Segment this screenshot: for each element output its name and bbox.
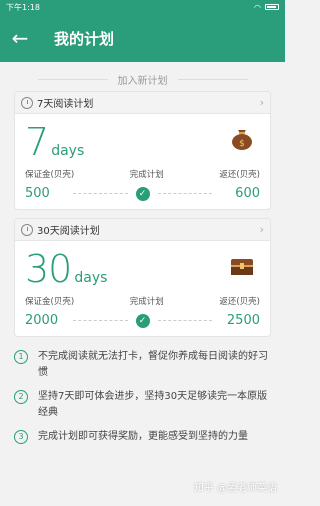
plan-days: 7 days <box>25 120 260 164</box>
plan-card-header[interactable]: 7天阅读计划 › <box>15 92 270 114</box>
days-unit: days <box>74 270 108 286</box>
tip-text: 坚持7天即可体会进步，坚持30天足够读完一本原版经典 <box>38 391 268 418</box>
plan-days: 30 days <box>25 247 260 291</box>
treasure-chest-icon <box>231 259 253 275</box>
complete-label: 完成计划 <box>129 170 164 180</box>
list-item: 2 坚持7天即可体会进步，坚持30天足够读完一本原版经典 <box>14 389 271 421</box>
divider <box>157 193 212 194</box>
days-number: 7 <box>25 120 49 164</box>
tip-text: 不完成阅读就无法打卡，督促你养成每日阅读的好习惯 <box>38 351 268 378</box>
days-unit: days <box>51 143 85 159</box>
status-icons: ◠ <box>254 3 279 12</box>
status-time: 下午1:18 <box>6 2 40 12</box>
refund-value: 600 <box>235 186 260 201</box>
section-label: 加入新计划 <box>0 72 285 87</box>
battery-icon <box>265 4 279 10</box>
back-button[interactable]: ← <box>0 14 40 62</box>
refund-value: 2500 <box>226 313 260 328</box>
plan-title: 30天阅读计划 <box>37 226 100 237</box>
money-bag-icon: $ <box>232 130 252 150</box>
watermark: 知乎 @孟老师英语 <box>193 483 277 494</box>
plan-values: 500 ✓ 600 <box>25 186 260 201</box>
page-title: 我的计划 <box>54 29 115 48</box>
number-badge: 3 <box>14 430 28 444</box>
deposit-value: 500 <box>25 186 50 201</box>
plan-labels: 保证金(贝壳) 完成计划 返还(贝壳) <box>25 168 260 180</box>
list-item: 3 完成计划即可获得奖励，更能感受到坚持的力量 <box>14 429 271 445</box>
plan-card-30[interactable]: 30天阅读计划 › 30 days 保证金(贝壳) 完成计划 返还(贝壳) 20… <box>14 218 271 337</box>
tips-list: 1 不完成阅读就无法打卡，督促你养成每日阅读的好习惯 2 坚持7天即可体会进步，… <box>14 349 271 445</box>
clock-icon <box>21 223 33 236</box>
deposit-label: 保证金(贝壳) <box>25 170 75 180</box>
svg-text:$: $ <box>239 139 245 149</box>
number-badge: 2 <box>14 390 28 404</box>
check-icon: ✓ <box>135 186 150 201</box>
clock-icon <box>21 96 33 109</box>
plan-values: 2000 ✓ 2500 <box>25 313 260 328</box>
check-icon: ✓ <box>135 313 150 328</box>
divider <box>73 320 128 321</box>
wifi-icon: ◠ <box>254 2 261 12</box>
deposit-value: 2000 <box>25 313 59 328</box>
plan-labels: 保证金(贝壳) 完成计划 返还(贝壳) <box>25 295 260 307</box>
plan-card-header[interactable]: 30天阅读计划 › <box>15 219 270 241</box>
refund-label: 返还(贝壳) <box>219 170 260 180</box>
plan-title: 7天阅读计划 <box>37 99 94 110</box>
complete-label: 完成计划 <box>129 297 164 307</box>
chevron-right-icon: › <box>259 96 264 109</box>
number-badge: 1 <box>14 350 28 364</box>
tip-text: 完成计划即可获得奖励，更能感受到坚持的力量 <box>38 431 248 442</box>
deposit-label: 保证金(贝壳) <box>25 297 75 307</box>
app-bar: ← 我的计划 <box>0 14 285 62</box>
arrow-left-icon: ← <box>11 26 29 50</box>
refund-label: 返还(贝壳) <box>219 297 260 307</box>
status-bar: 下午1:18 ◠ <box>0 0 285 14</box>
divider <box>73 193 128 194</box>
divider <box>157 320 212 321</box>
chevron-right-icon: › <box>259 223 264 236</box>
list-item: 1 不完成阅读就无法打卡，督促你养成每日阅读的好习惯 <box>14 349 271 381</box>
days-number: 30 <box>25 247 72 291</box>
plan-card-7[interactable]: 7天阅读计划 › 7 days $ 保证金(贝壳) 完成计划 返还(贝壳) 50… <box>14 91 271 210</box>
